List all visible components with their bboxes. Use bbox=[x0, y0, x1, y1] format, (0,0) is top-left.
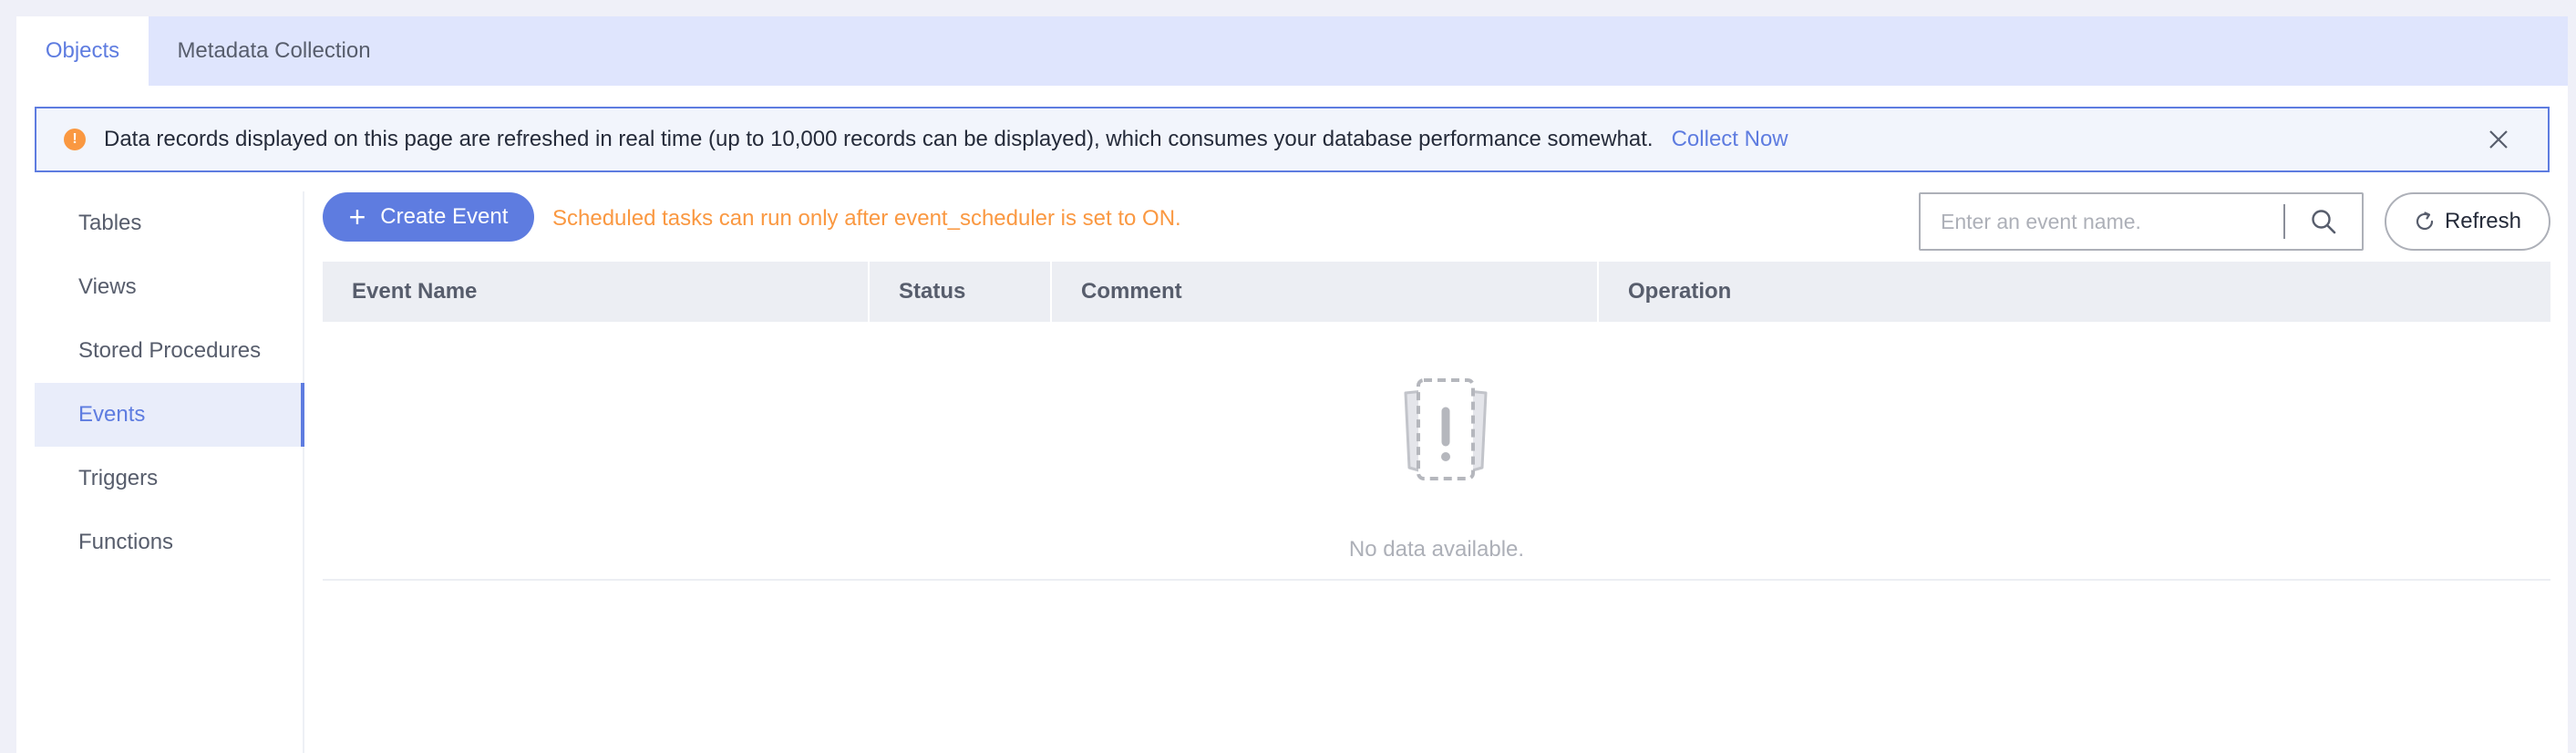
column-header-status: Status bbox=[870, 262, 1052, 322]
search-input[interactable] bbox=[1921, 194, 2284, 249]
sidebar-item-triggers[interactable]: Triggers bbox=[35, 447, 303, 511]
main-panel: Objects Metadata Collection ! Data recor… bbox=[16, 16, 2568, 753]
refresh-label: Refresh bbox=[2444, 209, 2522, 233]
create-event-button[interactable]: + Create Event bbox=[323, 192, 534, 242]
column-header-comment: Comment bbox=[1052, 262, 1599, 322]
events-table: Event Name Status Comment Operation No d… bbox=[323, 262, 2550, 581]
sidebar-item-tables[interactable]: Tables bbox=[35, 191, 303, 255]
tab-metadata-collection[interactable]: Metadata Collection bbox=[149, 16, 399, 86]
alert-message: Data records displayed on this page are … bbox=[104, 127, 1654, 151]
plus-icon: + bbox=[348, 201, 366, 233]
object-type-sidebar: Tables Views Stored Procedures Events Tr… bbox=[35, 191, 304, 753]
no-data-text: No data available. bbox=[1348, 537, 1525, 562]
search-icon bbox=[2312, 210, 2336, 234]
empty-state: No data available. bbox=[323, 322, 2550, 581]
collect-now-link[interactable]: Collect Now bbox=[1672, 127, 1788, 152]
refresh-button[interactable]: Refresh bbox=[2385, 192, 2550, 251]
search-button[interactable] bbox=[2285, 194, 2362, 249]
event-search-box bbox=[1919, 192, 2364, 251]
scheduler-hint: Scheduled tasks can run only after event… bbox=[552, 206, 1181, 231]
warning-icon: ! bbox=[64, 129, 86, 150]
column-header-event-name: Event Name bbox=[323, 262, 870, 322]
sidebar-item-functions[interactable]: Functions bbox=[35, 511, 303, 574]
tab-objects[interactable]: Objects bbox=[16, 16, 149, 86]
close-icon[interactable] bbox=[2488, 129, 2509, 150]
refresh-icon bbox=[2416, 211, 2434, 231]
no-data-icon bbox=[1404, 378, 1488, 480]
create-event-label: Create Event bbox=[380, 204, 509, 229]
tab-bar: Objects Metadata Collection bbox=[16, 16, 2568, 86]
sidebar-item-events[interactable]: Events bbox=[35, 383, 304, 447]
table-header: Event Name Status Comment Operation bbox=[323, 262, 2550, 322]
column-header-operation: Operation bbox=[1628, 279, 1732, 304]
sidebar-item-views[interactable]: Views bbox=[35, 255, 303, 319]
info-alert: ! Data records displayed on this page ar… bbox=[35, 107, 2550, 172]
sidebar-item-stored-procedures[interactable]: Stored Procedures bbox=[35, 319, 303, 383]
